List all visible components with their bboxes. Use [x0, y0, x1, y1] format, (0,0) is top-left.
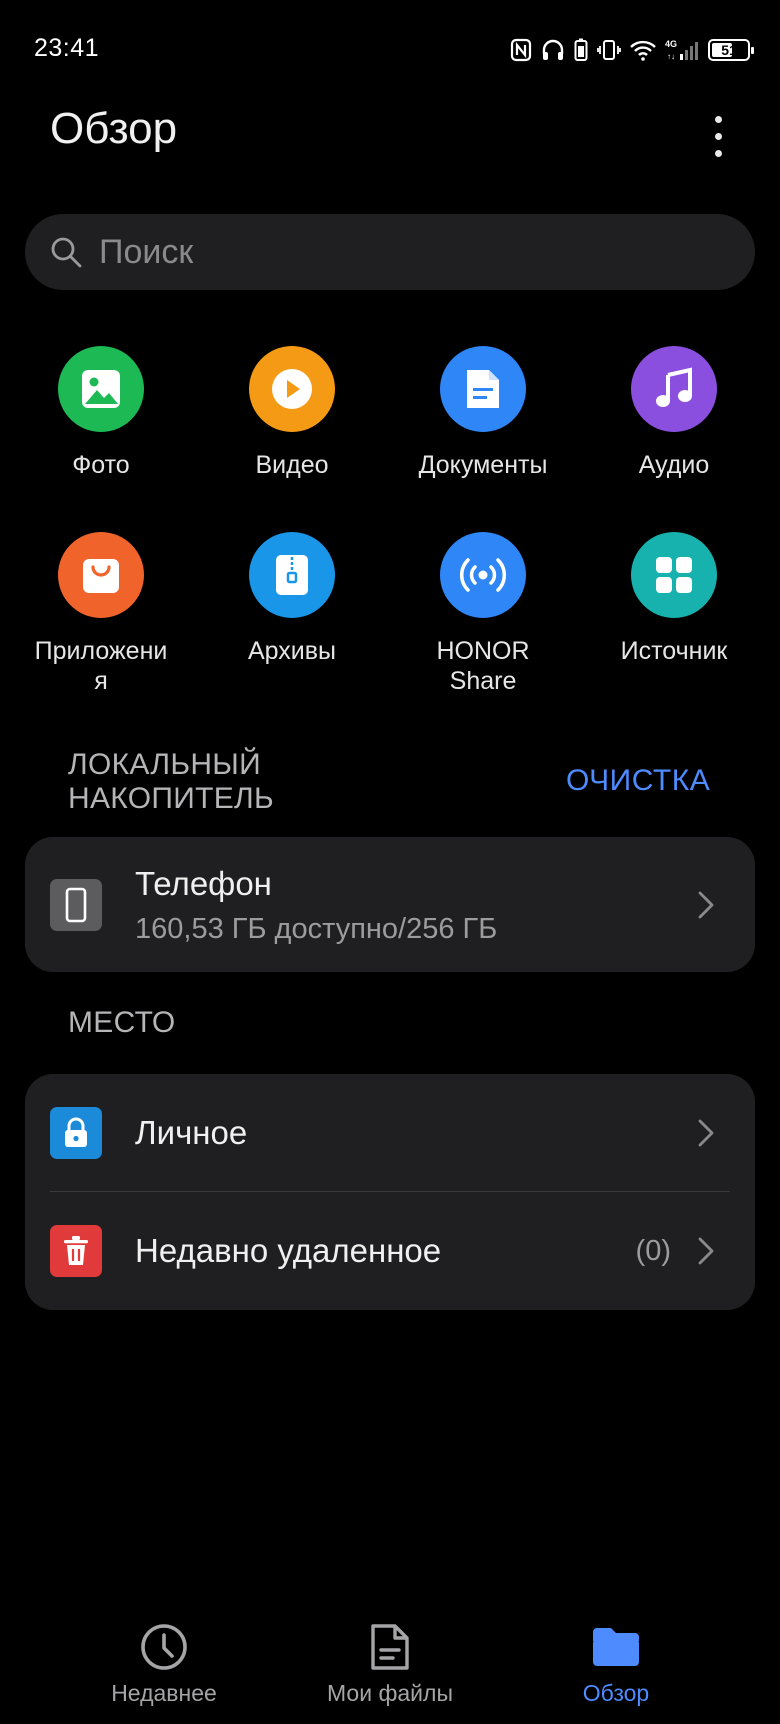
battery-saver-icon — [574, 38, 588, 62]
nfc-icon — [510, 38, 532, 62]
battery-icon: 51 — [708, 39, 754, 61]
category-apps[interactable]: Приложени я — [11, 532, 191, 696]
places-title: МЕСТО — [68, 1006, 176, 1039]
phone-title: Телефон — [135, 865, 272, 902]
place-label: Недавно удаленное — [135, 1232, 442, 1269]
category-video[interactable]: Видео — [202, 346, 382, 480]
place-item-recently-deleted[interactable]: Недавно удаленное (0) — [25, 1192, 755, 1310]
grid-icon — [631, 532, 717, 618]
place-item-personal[interactable]: Личное — [25, 1074, 755, 1192]
search-icon — [51, 237, 82, 268]
category-label: Источник — [620, 637, 728, 665]
music-icon — [631, 346, 717, 432]
place-label: Личное — [135, 1114, 248, 1151]
headphones-icon — [541, 38, 565, 62]
chevron-right-icon — [698, 891, 714, 919]
bottom-navigation: Недавнее Мои файлы Обзор — [0, 1600, 780, 1724]
chevron-right-icon — [698, 1119, 714, 1147]
battery-level: 51 — [721, 42, 737, 58]
category-label: HONOR Share — [436, 637, 530, 695]
phone-storage-detail: 160,53 ГБ доступно/256 ГБ — [135, 913, 498, 945]
clock-icon — [141, 1624, 187, 1670]
category-archives[interactable]: Архивы — [202, 532, 382, 666]
category-label: Документы — [418, 451, 548, 479]
svg-text:↑↓: ↑↓ — [667, 52, 675, 61]
status-time: 23:41 — [34, 34, 100, 62]
category-label: Архивы — [247, 637, 336, 665]
folder-icon — [593, 1628, 639, 1666]
search-placeholder: Поиск — [99, 232, 194, 271]
page-title: Обзор — [50, 104, 178, 153]
local-storage-title: ЛОКАЛЬНЫЙ НАКОПИТЕЛЬ — [68, 748, 274, 815]
status-bar: 23:41 4G ↑↓ 51 — [0, 0, 780, 100]
category-label: Приложени я — [34, 637, 168, 695]
photo-icon — [58, 346, 144, 432]
category-source[interactable]: Источник — [584, 532, 764, 666]
category-label: Фото — [72, 451, 130, 479]
cellular-signal-icon: 4G ↑↓ — [665, 38, 699, 62]
vibrate-icon — [597, 38, 621, 62]
nav-label: Недавнее — [111, 1680, 217, 1706]
status-icons: 4G ↑↓ 51 — [510, 36, 754, 64]
nav-tab-overview[interactable]: Обзор — [516, 1622, 716, 1707]
category-honor-share[interactable]: HONOR Share — [393, 532, 573, 696]
deleted-count: (0) — [635, 1235, 671, 1267]
nav-label: Обзор — [582, 1680, 650, 1706]
svg-text:4G: 4G — [665, 39, 677, 49]
category-label: Аудио — [638, 451, 710, 479]
nav-tab-recent[interactable]: Недавнее — [64, 1622, 264, 1707]
category-documents[interactable]: Документы — [393, 346, 573, 480]
more-options-button[interactable] — [700, 108, 736, 164]
share-icon — [440, 532, 526, 618]
search-input[interactable]: Поиск — [25, 214, 755, 290]
category-audio[interactable]: Аудио — [584, 346, 764, 480]
nav-tab-my-files[interactable]: Мои файлы — [290, 1622, 490, 1707]
document-icon — [440, 346, 526, 432]
category-photos[interactable]: Фото — [11, 346, 191, 480]
places-card: Личное Недавно удаленное (0) — [25, 1074, 755, 1310]
phone-storage-card[interactable]: Телефон 160,53 ГБ доступно/256 ГБ — [25, 837, 755, 972]
phone-icon — [50, 879, 102, 931]
chevron-right-icon — [698, 1237, 714, 1265]
trash-icon — [50, 1225, 102, 1277]
category-label: Видео — [255, 451, 329, 479]
lock-icon — [50, 1107, 102, 1159]
more-icon — [714, 115, 722, 123]
wifi-icon — [630, 39, 656, 61]
video-icon — [249, 346, 335, 432]
file-icon — [371, 1624, 409, 1670]
clean-button[interactable]: ОЧИСТКА — [566, 764, 710, 798]
app-store-icon — [58, 532, 144, 618]
nav-label: Мои файлы — [327, 1680, 453, 1706]
archive-icon — [249, 532, 335, 618]
